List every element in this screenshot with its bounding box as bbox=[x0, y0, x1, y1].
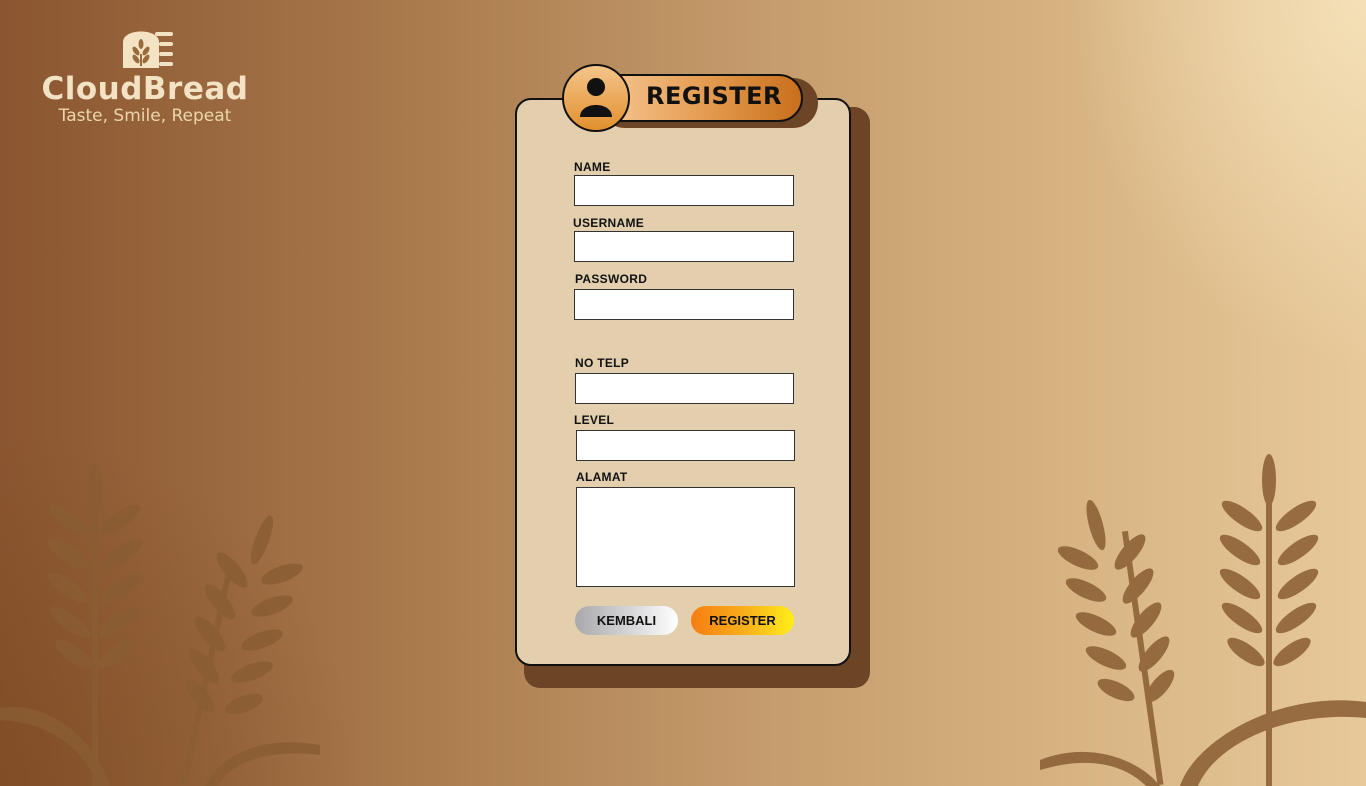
username-input[interactable] bbox=[574, 231, 794, 262]
wheat-icon bbox=[0, 464, 320, 786]
page-title: REGISTER bbox=[646, 82, 783, 110]
address-label: ALAMAT bbox=[576, 470, 628, 484]
avatar bbox=[562, 64, 630, 132]
level-input[interactable] bbox=[576, 430, 795, 461]
password-label: PASSWORD bbox=[575, 272, 648, 286]
phone-input[interactable] bbox=[575, 373, 794, 404]
brand-name: CloudBread bbox=[41, 71, 249, 107]
level-label: LEVEL bbox=[574, 413, 615, 427]
name-label: NAME bbox=[574, 160, 611, 174]
phone-label: NO TELP bbox=[575, 356, 630, 370]
register-button[interactable]: REGISTER bbox=[691, 606, 794, 635]
back-button[interactable]: KEMBALI bbox=[575, 606, 678, 635]
brand-logo: CloudBread Taste, Smile, Repeat bbox=[40, 24, 250, 126]
bread-wheat-icon bbox=[123, 31, 173, 68]
user-icon bbox=[580, 78, 612, 117]
wheat-icon bbox=[1040, 454, 1366, 786]
username-label: USERNAME bbox=[573, 216, 645, 230]
brand-tagline: Taste, Smile, Repeat bbox=[58, 106, 232, 126]
password-input[interactable] bbox=[574, 289, 794, 320]
name-input[interactable] bbox=[574, 175, 794, 206]
address-textarea[interactable] bbox=[576, 487, 795, 587]
